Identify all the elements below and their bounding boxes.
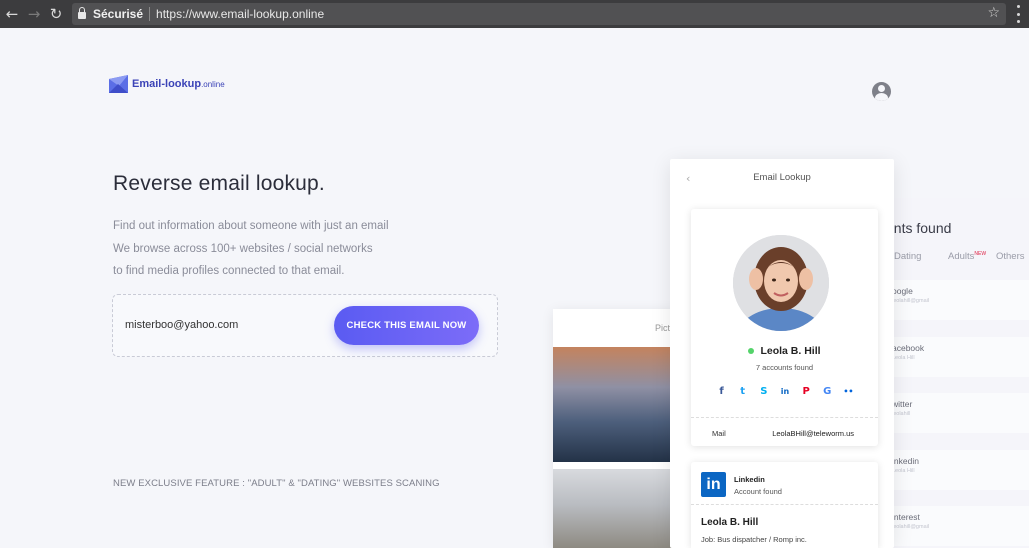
facebook-icon[interactable]: f [715, 385, 728, 398]
lock-icon [78, 7, 86, 19]
result-item-sub: leolahill@gmail [892, 524, 930, 530]
bookmark-star-icon[interactable]: ☆ [987, 5, 1000, 21]
tab-dating[interactable]: Dating [894, 251, 921, 262]
linkedin-job: Job: Bus dispatcher / Romp inc. [701, 535, 807, 544]
secure-label: Sécurisé [93, 7, 144, 21]
result-item-sub: leolahill@gmail [892, 298, 930, 304]
forward-arrow-icon[interactable]: → [23, 0, 45, 28]
twitter-icon[interactable]: t [736, 385, 749, 398]
browser-menu-icon[interactable] [1011, 5, 1025, 23]
result-item-name: oogle [892, 286, 913, 296]
hero-description-line-2: We browse across 100+ websites / social … [113, 243, 373, 255]
result-item[interactable]: interest leolahill@gmail [880, 506, 1029, 546]
hero-description-line-1: Find out information about someone with … [113, 220, 389, 232]
result-item[interactable]: inkedin Leola Hill [880, 450, 1029, 490]
linkedin-status: Account found [734, 487, 782, 496]
result-item[interactable]: acebook Leola Hill [880, 337, 1029, 377]
result-item-sub: leolahill [892, 411, 911, 417]
phone-title: Email Lookup [753, 172, 811, 183]
linkedin-network-name: Linkedin [734, 475, 765, 484]
result-item-sub: Leola Hill [892, 355, 915, 361]
result-item-name: acebook [892, 343, 925, 353]
email-lookup-phone-mockup: ‹ Email Lookup Leola B. Hill 7 accounts … [670, 159, 894, 548]
site-logo[interactable]: Email-lookup.online [109, 75, 225, 93]
city-photo [553, 347, 678, 462]
tab-others[interactable]: Others [996, 251, 1025, 262]
accounts-found-count: 7 accounts found [755, 363, 814, 372]
user-account-icon[interactable] [872, 82, 891, 101]
check-email-button[interactable]: CHECK THIS EMAIL NOW [334, 306, 479, 345]
online-status-dot [748, 348, 755, 354]
mail-row: Mail LeolaBHill@teleworm.us [691, 417, 878, 446]
back-arrow-icon[interactable]: ← [1, 0, 23, 28]
address-separator [149, 7, 151, 21]
landscape-photo [553, 469, 678, 548]
social-icons-row: f t S in P G •• [715, 385, 855, 398]
google-icon[interactable]: G [821, 385, 834, 398]
profile-name-row: Leola B. Hill [691, 345, 878, 357]
linkedin-divider [691, 504, 878, 505]
tab-adults[interactable]: AdultsNEW [948, 251, 986, 262]
browser-toolbar: ← → ↻ Sécurisé https://www.email-lookup.… [0, 0, 1029, 28]
linkedin-result-card[interactable]: in Linkedin Account found Leola B. Hill … [691, 462, 878, 548]
results-panel-title: unts found [886, 220, 952, 236]
result-item[interactable]: oogle leolahill@gmail [880, 280, 1029, 320]
mail-label: Mail [712, 429, 726, 438]
pictures-card: Pict [553, 309, 678, 548]
profile-card: Leola B. Hill 7 accounts found f t S in … [691, 209, 878, 446]
result-item-name: interest [892, 512, 920, 522]
result-item-name: witter [892, 399, 913, 409]
flickr-icon[interactable]: •• [842, 385, 855, 398]
envelope-logo-icon [109, 75, 128, 93]
mail-value: LeolaBHill@teleworm.us [772, 429, 854, 438]
profile-avatar [733, 235, 829, 331]
profile-name: Leola B. Hill [760, 345, 821, 357]
linkedin-person-name: Leola B. Hill [701, 517, 759, 528]
feature-note: NEW EXCLUSIVE FEATURE : "ADULT" & "DATIN… [113, 478, 440, 489]
hero-description-line-3: to find media profiles connected to that… [113, 265, 345, 277]
address-bar[interactable]: Sécurisé https://www.email-lookup.online… [72, 3, 1006, 25]
result-item-sub: Leola Hill [892, 468, 915, 474]
linkedin-logo-icon: in [701, 472, 726, 497]
result-item-name: inkedin [892, 456, 919, 466]
result-item[interactable]: witter leolahill [880, 393, 1029, 433]
page-title: Reverse email lookup. [113, 172, 325, 195]
linkedin-icon[interactable]: in [778, 385, 791, 398]
skype-icon[interactable]: S [757, 385, 770, 398]
reload-icon[interactable]: ↻ [45, 0, 67, 28]
pinterest-icon[interactable]: P [800, 385, 813, 398]
email-search-form: CHECK THIS EMAIL NOW [112, 294, 498, 357]
logo-text: Email-lookup.online [132, 78, 225, 90]
pictures-card-title: Pict [654, 323, 670, 333]
url-text[interactable]: https://www.email-lookup.online [156, 7, 324, 21]
email-input[interactable] [125, 319, 325, 331]
